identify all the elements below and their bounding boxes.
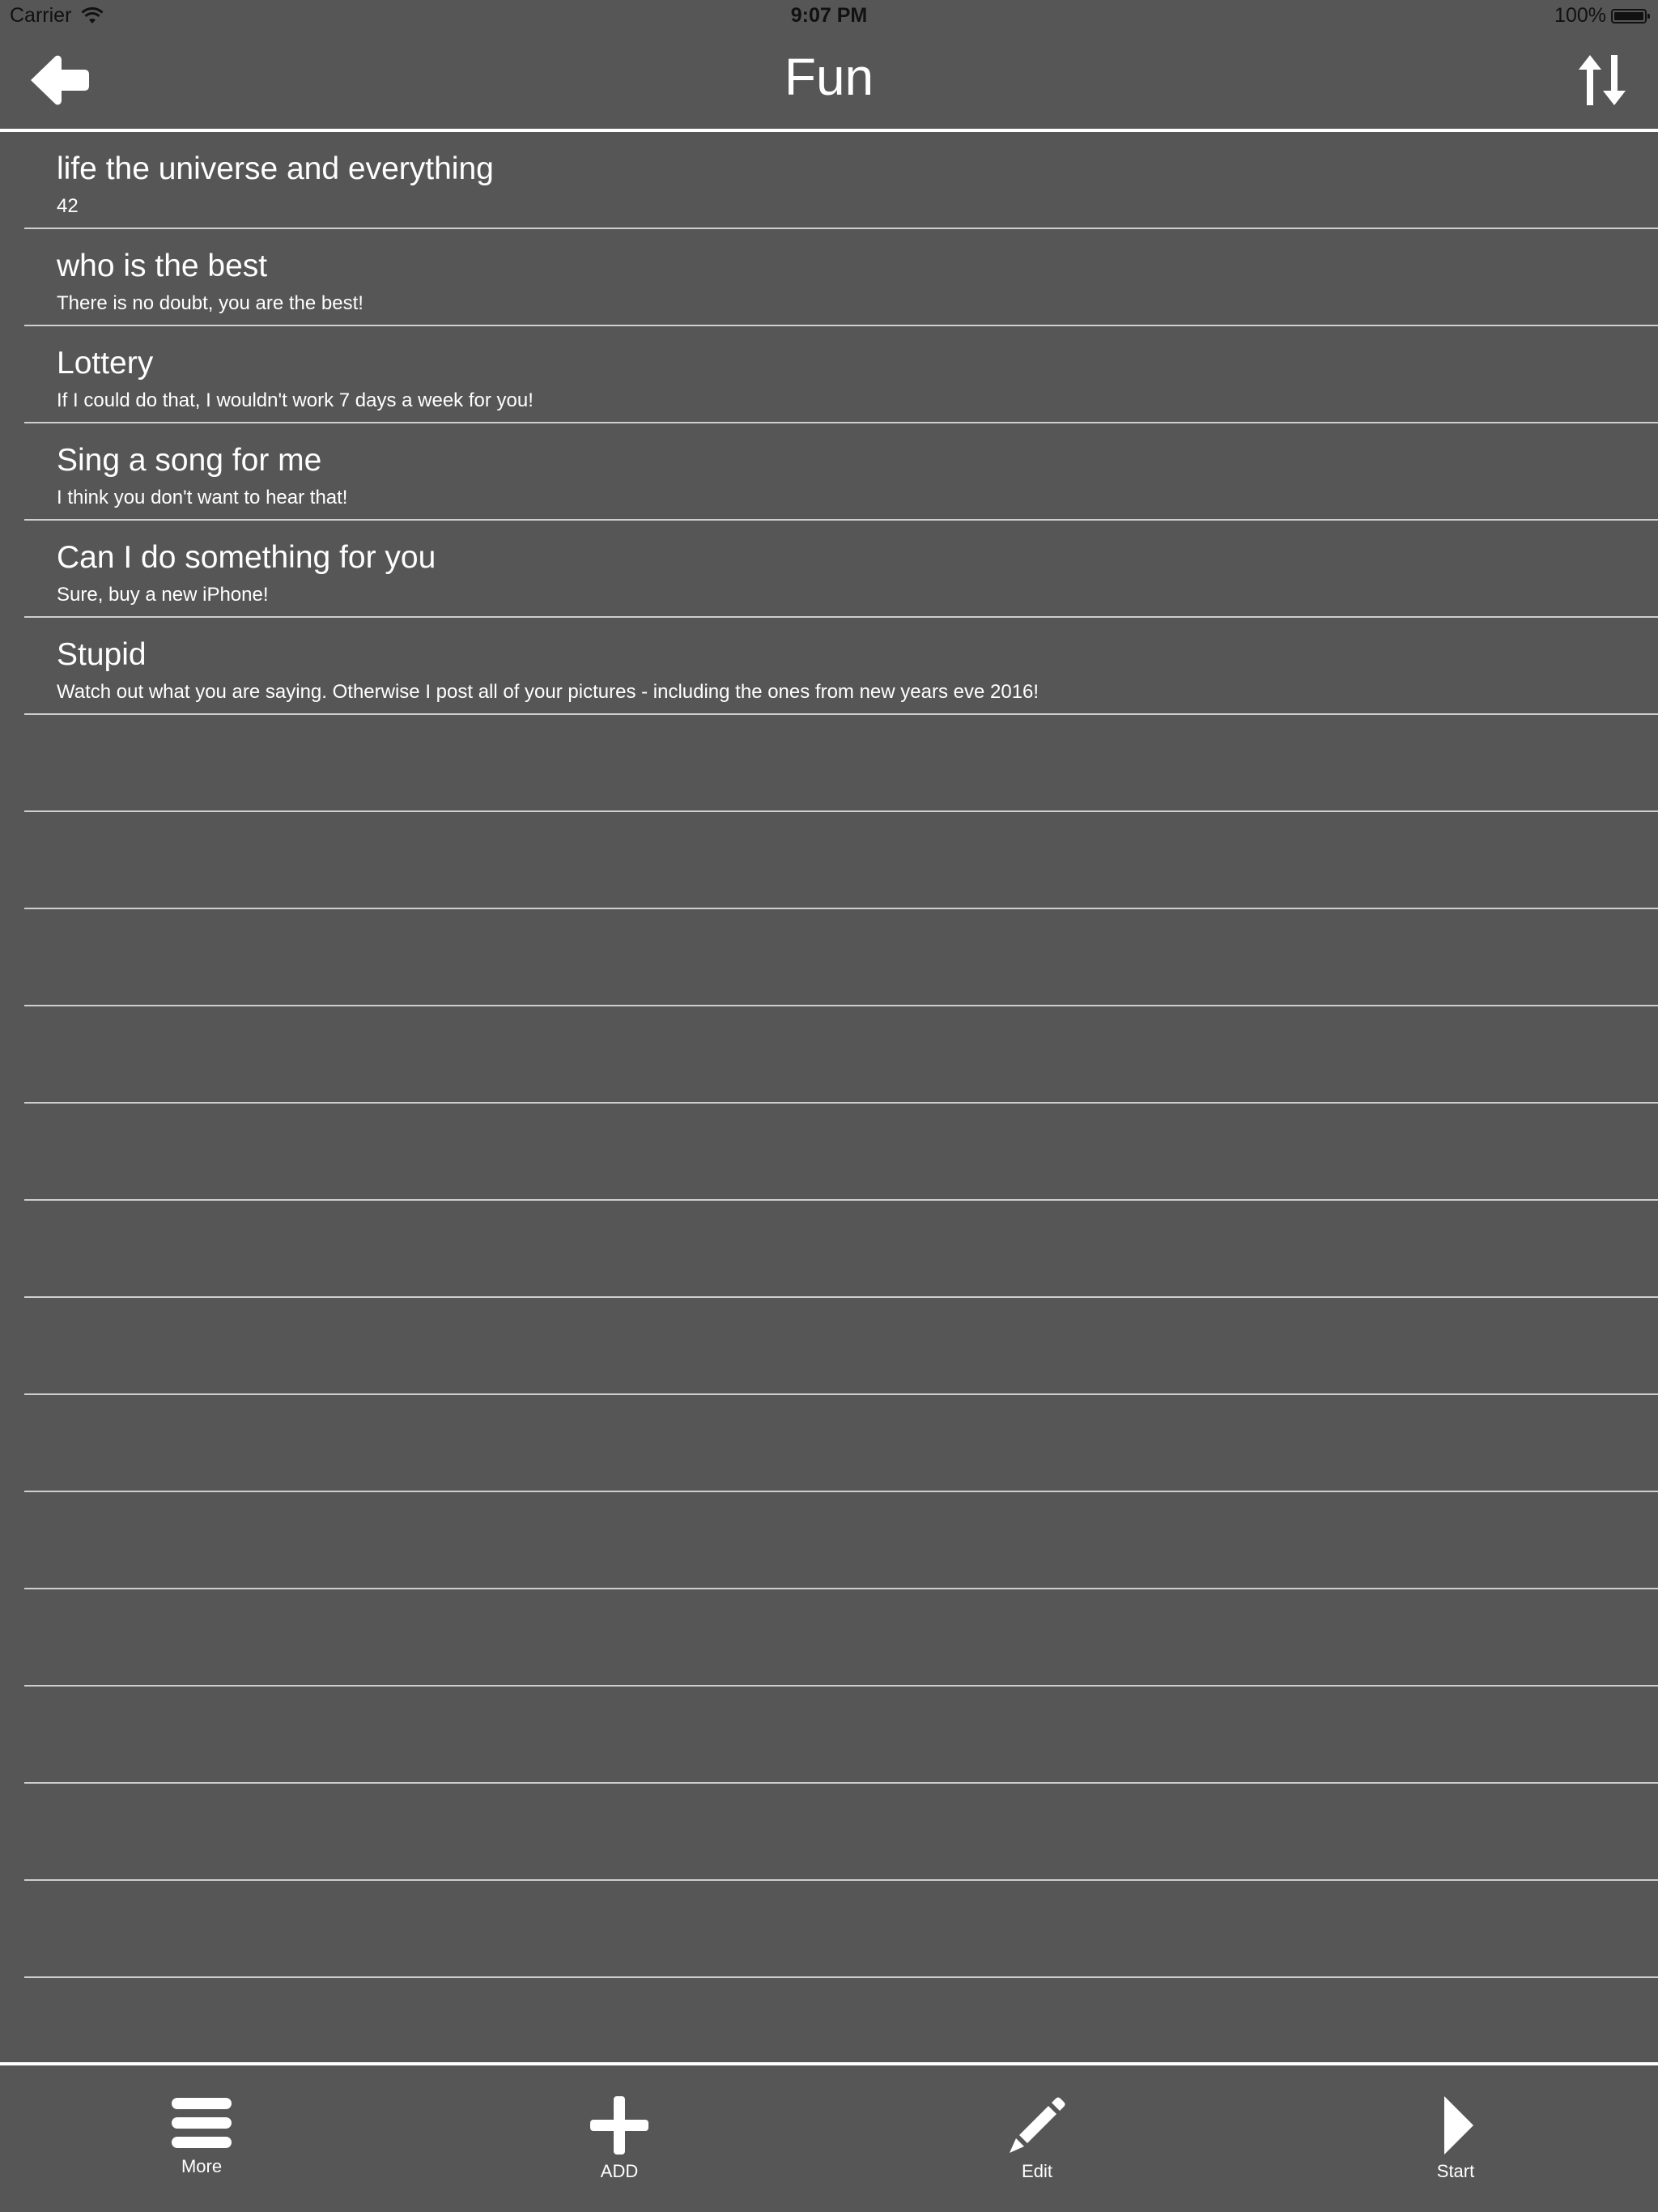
list-item-subtitle: If I could do that, I wouldn't work 7 da… bbox=[57, 389, 534, 411]
more-button[interactable]: More bbox=[145, 2096, 258, 2177]
start-label: Start bbox=[1436, 2161, 1475, 2181]
empty-row bbox=[24, 1201, 1658, 1298]
list-item-title: Lottery bbox=[57, 346, 154, 381]
page-title: Fun bbox=[784, 48, 874, 106]
empty-row bbox=[24, 812, 1658, 909]
empty-row bbox=[24, 1104, 1658, 1201]
list-item-subtitle: There is no doubt, you are the best! bbox=[57, 292, 363, 314]
empty-row bbox=[24, 715, 1658, 812]
battery-icon bbox=[1611, 8, 1650, 23]
empty-row bbox=[24, 1881, 1658, 1978]
start-button[interactable]: Start bbox=[1399, 2096, 1512, 2182]
status-bar: Carrier 9:07 PM 100% bbox=[0, 0, 1658, 32]
empty-row bbox=[24, 1298, 1658, 1395]
empty-row bbox=[24, 1687, 1658, 1784]
sort-updown-icon bbox=[1579, 55, 1626, 105]
empty-row bbox=[24, 1589, 1658, 1687]
sort-button[interactable] bbox=[1575, 52, 1629, 108]
list-item[interactable]: life the universe and everything 42 bbox=[24, 132, 1658, 229]
edit-button[interactable]: Edit bbox=[980, 2096, 1094, 2182]
play-icon bbox=[1444, 2096, 1473, 2155]
list-item-title: who is the best bbox=[57, 249, 268, 283]
plus-icon bbox=[590, 2096, 648, 2155]
battery-indicator: 100% bbox=[1554, 4, 1650, 28]
phrase-list: life the universe and everything 42 who … bbox=[0, 132, 1658, 2172]
empty-row bbox=[24, 1006, 1658, 1104]
list-item-subtitle: 42 bbox=[57, 195, 79, 217]
edit-label: Edit bbox=[1022, 2161, 1052, 2181]
add-button[interactable]: ADD bbox=[563, 2096, 676, 2182]
navigation-bar: Fun bbox=[0, 32, 1658, 130]
list-item[interactable]: Sing a song for me I think you don't wan… bbox=[24, 423, 1658, 521]
add-label: ADD bbox=[600, 2161, 639, 2181]
list-item-subtitle: I think you don't want to hear that! bbox=[57, 487, 348, 508]
empty-row bbox=[24, 1395, 1658, 1492]
list-item-title: life the universe and everything bbox=[57, 151, 494, 186]
list-item-title: Sing a song for me bbox=[57, 443, 322, 478]
menu-icon bbox=[172, 2098, 232, 2148]
list-item[interactable]: Lottery If I could do that, I wouldn't w… bbox=[24, 326, 1658, 423]
status-time: 9:07 PM bbox=[790, 4, 868, 27]
empty-row bbox=[24, 1784, 1658, 1881]
list-item[interactable]: Stupid Watch out what you are saying. Ot… bbox=[24, 618, 1658, 715]
battery-percentage: 100% bbox=[1554, 4, 1606, 27]
pencil-icon bbox=[1010, 2097, 1065, 2153]
empty-row bbox=[24, 1492, 1658, 1589]
list-item-subtitle: Watch out what you are saying. Otherwise… bbox=[57, 681, 1039, 703]
list-item-subtitle: Sure, buy a new iPhone! bbox=[57, 584, 269, 606]
list-item[interactable]: who is the best There is no doubt, you a… bbox=[24, 229, 1658, 326]
list-item[interactable]: Can I do something for you Sure, buy a n… bbox=[24, 521, 1658, 618]
list-item-title: Can I do something for you bbox=[57, 540, 436, 575]
list-item-title: Stupid bbox=[57, 637, 147, 672]
bottom-toolbar: More ADD Edit Start bbox=[0, 2065, 1658, 2212]
empty-row bbox=[24, 909, 1658, 1006]
empty-row bbox=[24, 1978, 1658, 2075]
more-label: More bbox=[181, 2156, 223, 2176]
